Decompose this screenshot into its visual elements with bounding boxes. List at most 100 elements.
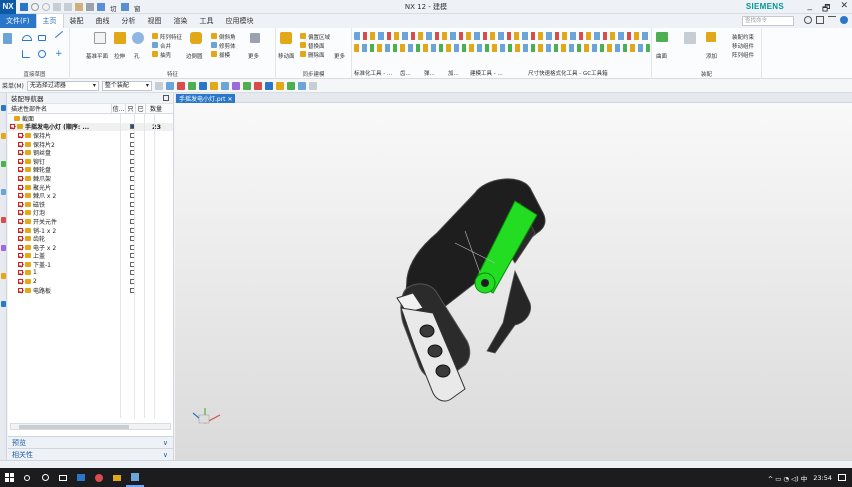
arc-icon[interactable] (22, 35, 32, 41)
visibility-checkbox[interactable] (18, 227, 23, 233)
cut-icon[interactable] (53, 2, 61, 11)
sketch-icon[interactable] (3, 33, 12, 44)
pattern-component-button[interactable]: 阵列组件 (732, 51, 754, 59)
navigator-row[interactable]: 开关元件 (8, 217, 173, 226)
column-header-name[interactable]: 描述性部件名 (8, 104, 112, 113)
navigator-row[interactable]: 灯泡 (8, 209, 173, 217)
move-face-icon[interactable] (280, 32, 292, 44)
chamfer-button[interactable]: 倒斜角 (219, 33, 236, 41)
start-button[interactable] (0, 468, 18, 487)
save-icon[interactable] (20, 2, 28, 11)
visibility-checkbox[interactable] (18, 287, 23, 293)
more-features-icon[interactable] (250, 33, 260, 43)
undo-icon[interactable] (31, 2, 39, 11)
assembly-navigator-icon[interactable] (1, 105, 6, 111)
tab-view[interactable]: 视图 (142, 14, 168, 28)
quadrant-icon[interactable] (231, 81, 240, 90)
scrollbar-thumb[interactable] (19, 425, 129, 429)
navigator-row[interactable]: 钢丝盘 (8, 148, 173, 157)
navigator-row[interactable]: 销-1 x 2 (8, 226, 173, 235)
line-icon[interactable] (54, 30, 64, 39)
column-header-modified[interactable]: 已 (136, 104, 146, 113)
taskbar-app-3[interactable] (108, 468, 126, 487)
redo-icon[interactable] (42, 2, 50, 11)
surface-button[interactable]: 曲面 (656, 52, 667, 60)
intersection-icon[interactable] (242, 81, 251, 90)
datum-plane-icon[interactable] (94, 32, 106, 44)
visibility-checkbox[interactable] (18, 132, 23, 138)
switch-window-button[interactable]: 切换窗口 (110, 3, 118, 43)
navigator-row[interactable]: 聚光片 (8, 183, 173, 192)
navigator-row[interactable]: 棘爪架 (8, 174, 173, 183)
visibility-checkbox[interactable] (18, 150, 23, 156)
visibility-checkbox[interactable] (18, 218, 23, 224)
extrude-icon[interactable] (114, 32, 126, 44)
visibility-checkbox[interactable] (18, 261, 23, 267)
visibility-checkbox[interactable] (18, 158, 23, 164)
pattern-feature-button[interactable]: 阵列特征 (160, 33, 182, 41)
more-features-button[interactable]: 更多 (248, 52, 259, 60)
deselect-icon[interactable] (176, 81, 185, 90)
replace-face-button[interactable]: 替换面 (308, 42, 325, 50)
visibility-checkbox[interactable] (18, 270, 23, 276)
maximize-panel-icon[interactable] (163, 95, 169, 101)
snap-icon[interactable] (154, 81, 163, 90)
model-view[interactable] (175, 103, 852, 460)
add-component-button[interactable]: 添加 (706, 52, 717, 60)
list-item[interactable]: 截面 (8, 114, 173, 123)
horizontal-scrollbar[interactable] (10, 423, 171, 430)
collapse-ribbon-icon[interactable] (828, 16, 836, 24)
circle-icon[interactable] (38, 50, 46, 58)
hole-button[interactable]: 孔 (134, 52, 140, 60)
selection-filter-select[interactable]: 无选择过滤器 ▾ (26, 80, 99, 91)
navigator-row[interactable]: 铆钉 (8, 157, 173, 166)
midpoint-icon[interactable] (209, 81, 218, 90)
more-toolbar-icon[interactable] (308, 81, 317, 90)
datum-plane-button[interactable]: 基准平面 (86, 52, 108, 60)
navigator-row[interactable]: 1 (8, 269, 173, 278)
paste-icon[interactable] (75, 2, 83, 11)
taskbar-app-1[interactable] (72, 468, 90, 487)
pattern-feature-icon[interactable] (152, 33, 158, 39)
navigator-row[interactable]: 电子 x 2 (8, 243, 173, 252)
fillet-sketch-icon[interactable] (22, 50, 30, 58)
navigator-row[interactable]: 上盖 (8, 252, 173, 260)
edge-blend-button[interactable]: 边倒圆 (186, 52, 203, 60)
clock[interactable]: 23:54 (813, 474, 832, 482)
command-search-input[interactable]: 查找命令 (742, 16, 794, 26)
move-component-button[interactable]: 移动组件 (732, 42, 754, 50)
constraint-navigator-icon[interactable] (1, 133, 6, 139)
offset-region-button[interactable]: 偏置区域 (308, 33, 330, 41)
column-header-count[interactable]: 数量 (146, 104, 166, 113)
help-icon[interactable] (840, 16, 848, 24)
navigator-root-row[interactable]: 手摇发电小灯 (顺序: ... 23 (8, 122, 173, 131)
process-studio-icon[interactable] (1, 245, 6, 251)
visibility-checkbox[interactable] (18, 184, 23, 190)
delete-face-icon[interactable] (300, 51, 306, 57)
edge-blend-icon[interactable] (190, 32, 202, 44)
visibility-checkbox[interactable] (18, 193, 23, 199)
system-scenes-icon[interactable] (1, 301, 6, 307)
visibility-checkbox[interactable] (18, 141, 23, 147)
task-view-button[interactable] (54, 468, 72, 487)
shell-icon[interactable] (152, 51, 158, 57)
repeat-command-icon[interactable] (86, 2, 94, 11)
show-hide-icon[interactable] (297, 81, 306, 90)
graphics-window[interactable] (175, 103, 852, 460)
document-tab[interactable]: 手摇发电小灯.prt ✕ (176, 94, 236, 103)
taskbar-app-2[interactable] (90, 468, 108, 487)
window-menu-button[interactable]: 窗口 (134, 3, 142, 23)
chamfer-icon[interactable] (211, 33, 217, 39)
visibility-checkbox[interactable] (18, 244, 23, 250)
render-style-icon[interactable] (275, 81, 284, 90)
notification-icon[interactable] (838, 474, 846, 481)
selection-scope-select[interactable]: 整个装配 ▾ (101, 80, 152, 91)
visibility-checkbox[interactable] (18, 175, 23, 181)
tab-applications[interactable]: 应用模块 (220, 14, 260, 28)
led-lens-3[interactable] (435, 364, 451, 378)
constraint-palette-icon[interactable] (684, 32, 696, 44)
modeling-tools-group[interactable]: 建模工具 - ... (470, 69, 503, 77)
led-lens-1[interactable] (419, 324, 435, 338)
navigator-row[interactable]: 齿轮 (8, 234, 173, 243)
menu-button[interactable]: 菜单(M) (2, 81, 24, 90)
